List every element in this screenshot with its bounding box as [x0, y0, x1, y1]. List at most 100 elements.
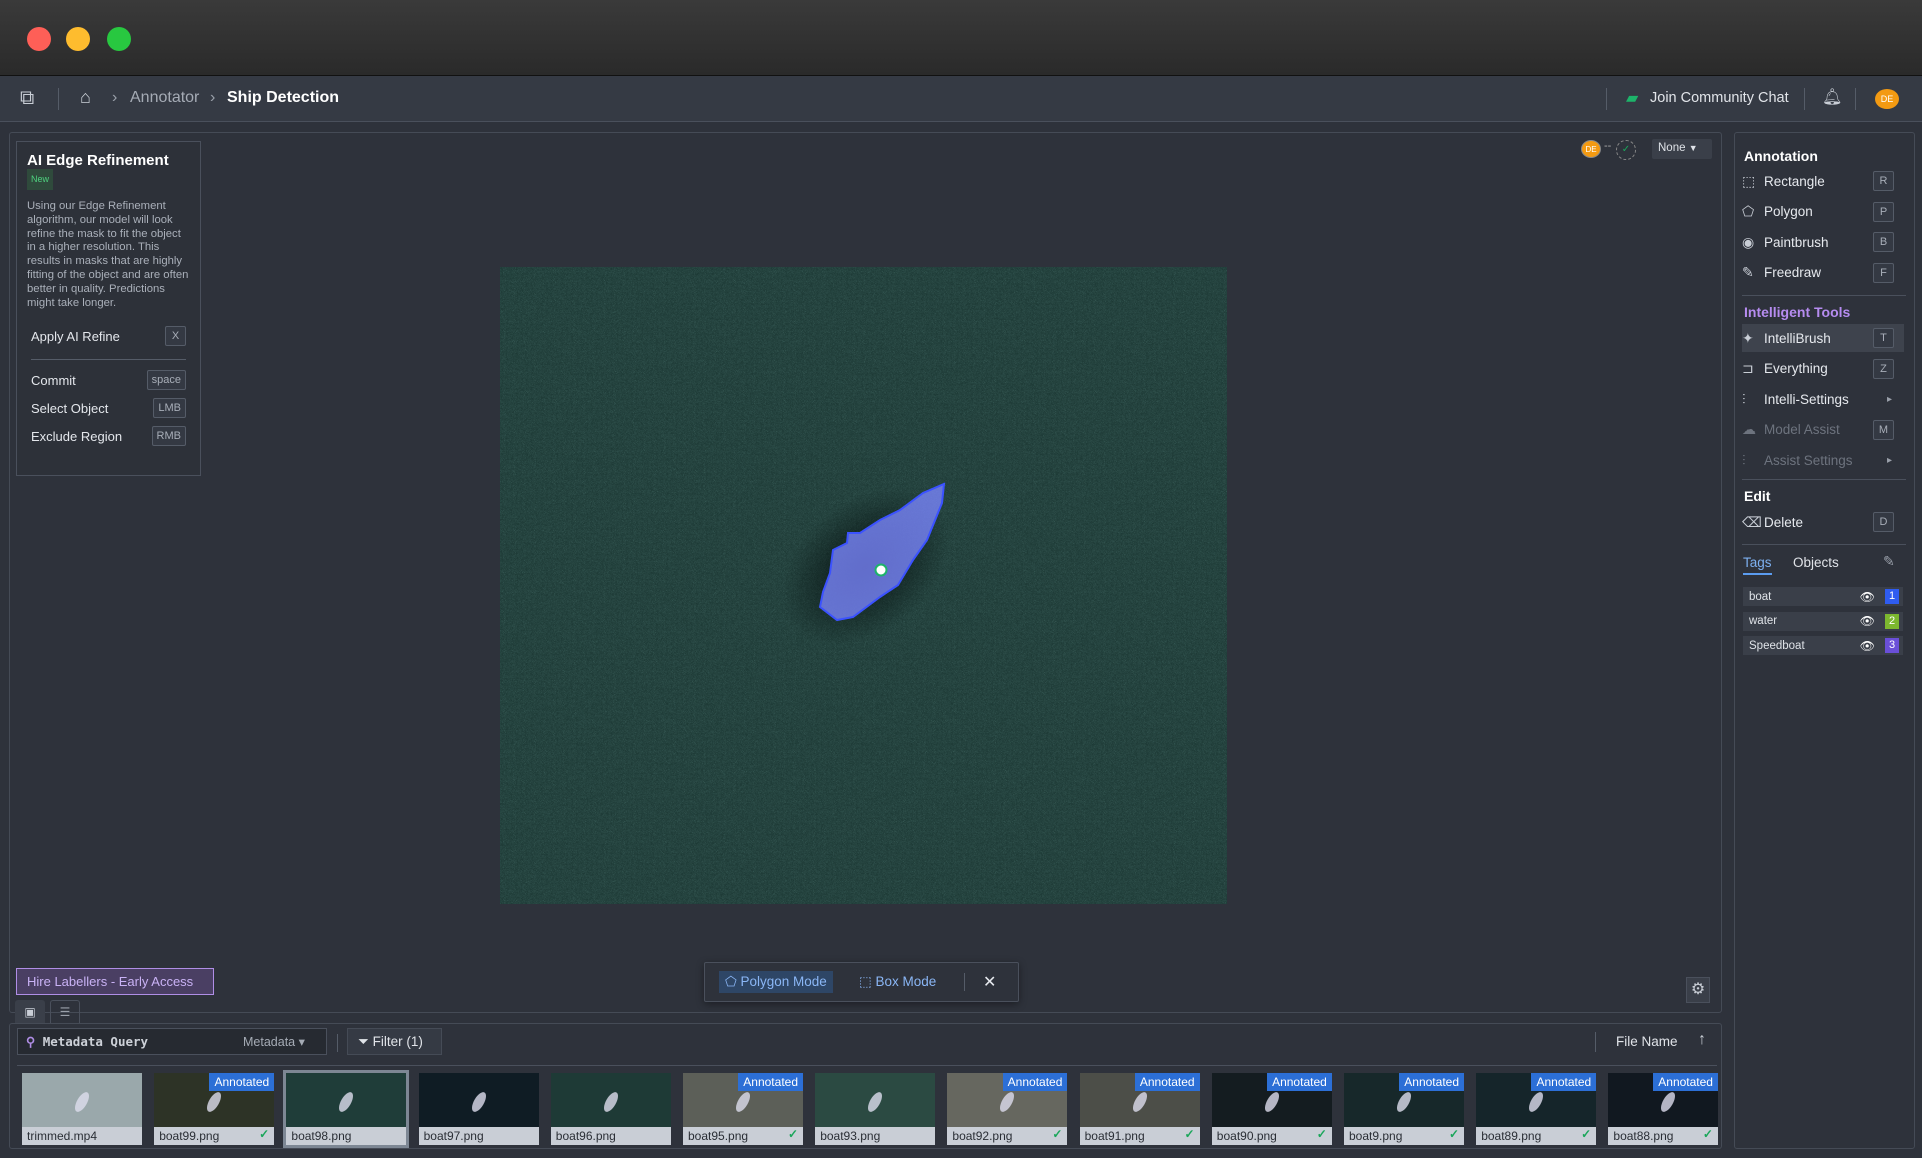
maximize-window-button[interactable] — [107, 27, 131, 51]
tag-name: boat — [1749, 590, 1772, 603]
everything-icon: ⊐ — [1742, 360, 1754, 377]
tool-label: Intelli-Settings — [1764, 391, 1849, 407]
file-thumbnail[interactable]: Annotated boat92.png ✓ — [947, 1073, 1068, 1145]
commit-shortcut[interactable]: Commit space — [27, 370, 190, 391]
tool-intelli-settings[interactable]: ⫶ Intelli-Settings ▸ — [1742, 385, 1904, 413]
annotation-heading: Annotation — [1744, 148, 1818, 164]
shortcut-key: space — [146, 370, 186, 391]
breadcrumb-annotator[interactable]: Annotator — [130, 89, 199, 107]
boat-shape — [336, 1089, 357, 1115]
rectangle-icon: ⬚ — [1742, 172, 1756, 189]
thumbnail-image: Annotated — [1211, 1073, 1332, 1127]
file-name: boat95.png — [688, 1129, 749, 1143]
tool-model-assist[interactable]: ☁ Model Assist M — [1742, 416, 1904, 444]
metadata-query-input[interactable]: ⚲ Metadata Query Metadata ▾ — [17, 1028, 327, 1055]
tool-label: Rectangle — [1764, 173, 1825, 189]
click-point-marker[interactable] — [874, 563, 888, 577]
file-thumbnail[interactable]: Annotated boat91.png ✓ — [1079, 1073, 1200, 1145]
annotated-badge: Annotated — [738, 1073, 803, 1091]
search-placeholder: Metadata Query — [42, 1034, 149, 1049]
file-thumbnail[interactable]: Annotated boat95.png ✓ — [683, 1073, 803, 1145]
tag-row[interactable]: boat 👁︎ 1 — [1743, 587, 1903, 606]
file-name: boat98.png — [291, 1129, 352, 1143]
thumbnail-image — [286, 1073, 407, 1127]
file-thumbnail[interactable]: Annotated boat99.png ✓ — [154, 1073, 275, 1145]
file-name: boat97.png — [423, 1129, 484, 1143]
bell-icon[interactable]: 🔔︎ — [1822, 87, 1842, 107]
shortcut-label: Exclude Region — [31, 428, 123, 444]
tool-paintbrush[interactable]: ◉ Paintbrush B — [1742, 228, 1904, 256]
tag-row[interactable]: Speedboat 👁︎ 3 — [1743, 636, 1903, 655]
check-icon: ✓ — [787, 1127, 798, 1141]
tab-objects[interactable]: Objects — [1793, 555, 1839, 570]
eye-icon[interactable]: 👁︎ — [1860, 614, 1875, 628]
boat-shape — [204, 1089, 225, 1115]
intelligent-tools-heading: Intelligent Tools — [1744, 304, 1851, 320]
polygon-mode-button[interactable]: ⬠ Polygon Mode — [719, 971, 833, 993]
list-view-tab[interactable]: ☰ — [50, 1000, 80, 1024]
ai-panel-description: Using our Edge Refinement algorithm, our… — [27, 200, 189, 309]
annotated-badge: Annotated — [1002, 1073, 1068, 1091]
close-icon[interactable]: ✕ — [983, 972, 996, 992]
tag-hotkey: 2 — [1885, 613, 1899, 629]
divider — [17, 1065, 1717, 1066]
file-thumbnail[interactable]: boat96.png — [550, 1073, 671, 1145]
tab-tags[interactable]: Tags — [1743, 555, 1772, 575]
shortcut-key: P — [1873, 201, 1894, 222]
filter-button[interactable]: ⏷ Filter (1) — [347, 1028, 442, 1055]
shortcut-key: F — [1873, 262, 1894, 283]
tool-freedraw[interactable]: ✎ Freedraw F — [1742, 259, 1904, 287]
tool-rectangle[interactable]: ⬚ Rectangle R — [1742, 167, 1904, 195]
box-mode-button[interactable]: ⬚ Box Mode — [859, 974, 936, 990]
file-thumbnail[interactable]: Annotated boat88.png ✓ — [1608, 1073, 1718, 1145]
shortcut-label: Select Object — [31, 400, 109, 416]
settings-gear-icon[interactable]: ⚙ — [1686, 977, 1710, 1003]
check-icon: ✓ — [1448, 1127, 1459, 1141]
select-object-shortcut[interactable]: Select Object LMB — [27, 398, 190, 419]
tool-everything[interactable]: ⊐ Everything Z — [1742, 355, 1904, 383]
tool-intellibrush[interactable]: ✦ IntelliBrush T — [1742, 324, 1904, 352]
close-window-button[interactable] — [27, 27, 51, 51]
file-thumbnail[interactable]: Annotated boat9.png ✓ — [1344, 1073, 1464, 1145]
file-name: boat96.png — [555, 1129, 616, 1143]
reviewer-check-icon[interactable]: ✓ — [1616, 140, 1636, 160]
search-icon: ⚲ — [26, 1034, 36, 1049]
tool-polygon[interactable]: ⬠ Polygon P — [1742, 198, 1904, 226]
file-thumbnail[interactable]: Annotated boat90.png ✓ — [1211, 1073, 1332, 1145]
annotation-image[interactable] — [500, 267, 1227, 904]
join-community-chat-link[interactable]: Join Community Chat — [1650, 90, 1789, 106]
boat-shape — [733, 1089, 753, 1115]
app-logo-icon[interactable]: ⧉ — [20, 87, 34, 110]
grid-view-tab[interactable]: ▣ — [15, 1000, 45, 1024]
delete-tool[interactable]: ⌫ Delete D — [1742, 508, 1904, 536]
file-name: boat88.png — [1613, 1129, 1674, 1143]
annotated-badge: Annotated — [1134, 1073, 1200, 1091]
apply-ai-refine-button[interactable]: Apply AI Refine X — [27, 326, 190, 347]
hire-labellers-button[interactable]: Hire Labellers - Early Access — [16, 968, 214, 995]
file-thumbnail[interactable]: Annotated boat89.png ✓ — [1476, 1073, 1597, 1145]
exclude-region-shortcut[interactable]: Exclude Region RMB — [27, 426, 190, 447]
status-select[interactable]: None ▼ — [1652, 139, 1712, 159]
home-icon[interactable]: ⌂ — [80, 87, 91, 108]
annotator-avatar[interactable]: DE — [1581, 140, 1601, 158]
tool-assist-settings[interactable]: ⫶ Assist Settings ▸ — [1742, 446, 1904, 474]
tag-row[interactable]: water 👁︎ 2 — [1743, 611, 1903, 631]
sort-ascending-icon[interactable]: ↑ — [1698, 1031, 1706, 1049]
tool-label: IntelliBrush — [1764, 330, 1831, 346]
file-thumbnail[interactable]: boat98.png — [283, 1070, 410, 1148]
file-thumbnail[interactable]: boat97.png — [418, 1073, 539, 1145]
edit-pencil-icon[interactable]: ✎ — [1883, 553, 1895, 570]
file-thumbnail[interactable]: trimmed.mp4 — [22, 1073, 142, 1145]
file-name: boat92.png — [952, 1129, 1013, 1143]
sliders-icon: ⫶ — [1742, 390, 1746, 407]
eye-icon[interactable]: 👁︎ — [1860, 639, 1875, 653]
submenu-arrow-icon: ▸ — [1886, 454, 1892, 466]
user-avatar[interactable]: DE — [1875, 89, 1899, 109]
minimize-window-button[interactable] — [66, 27, 90, 51]
divider — [1742, 479, 1906, 480]
eye-icon[interactable]: 👁︎ — [1860, 590, 1875, 604]
metadata-type-select[interactable]: Metadata ▾ — [243, 1034, 305, 1049]
sort-field-select[interactable]: File Name — [1616, 1034, 1678, 1049]
divider — [964, 973, 965, 991]
file-thumbnail[interactable]: boat93.png — [815, 1073, 936, 1145]
